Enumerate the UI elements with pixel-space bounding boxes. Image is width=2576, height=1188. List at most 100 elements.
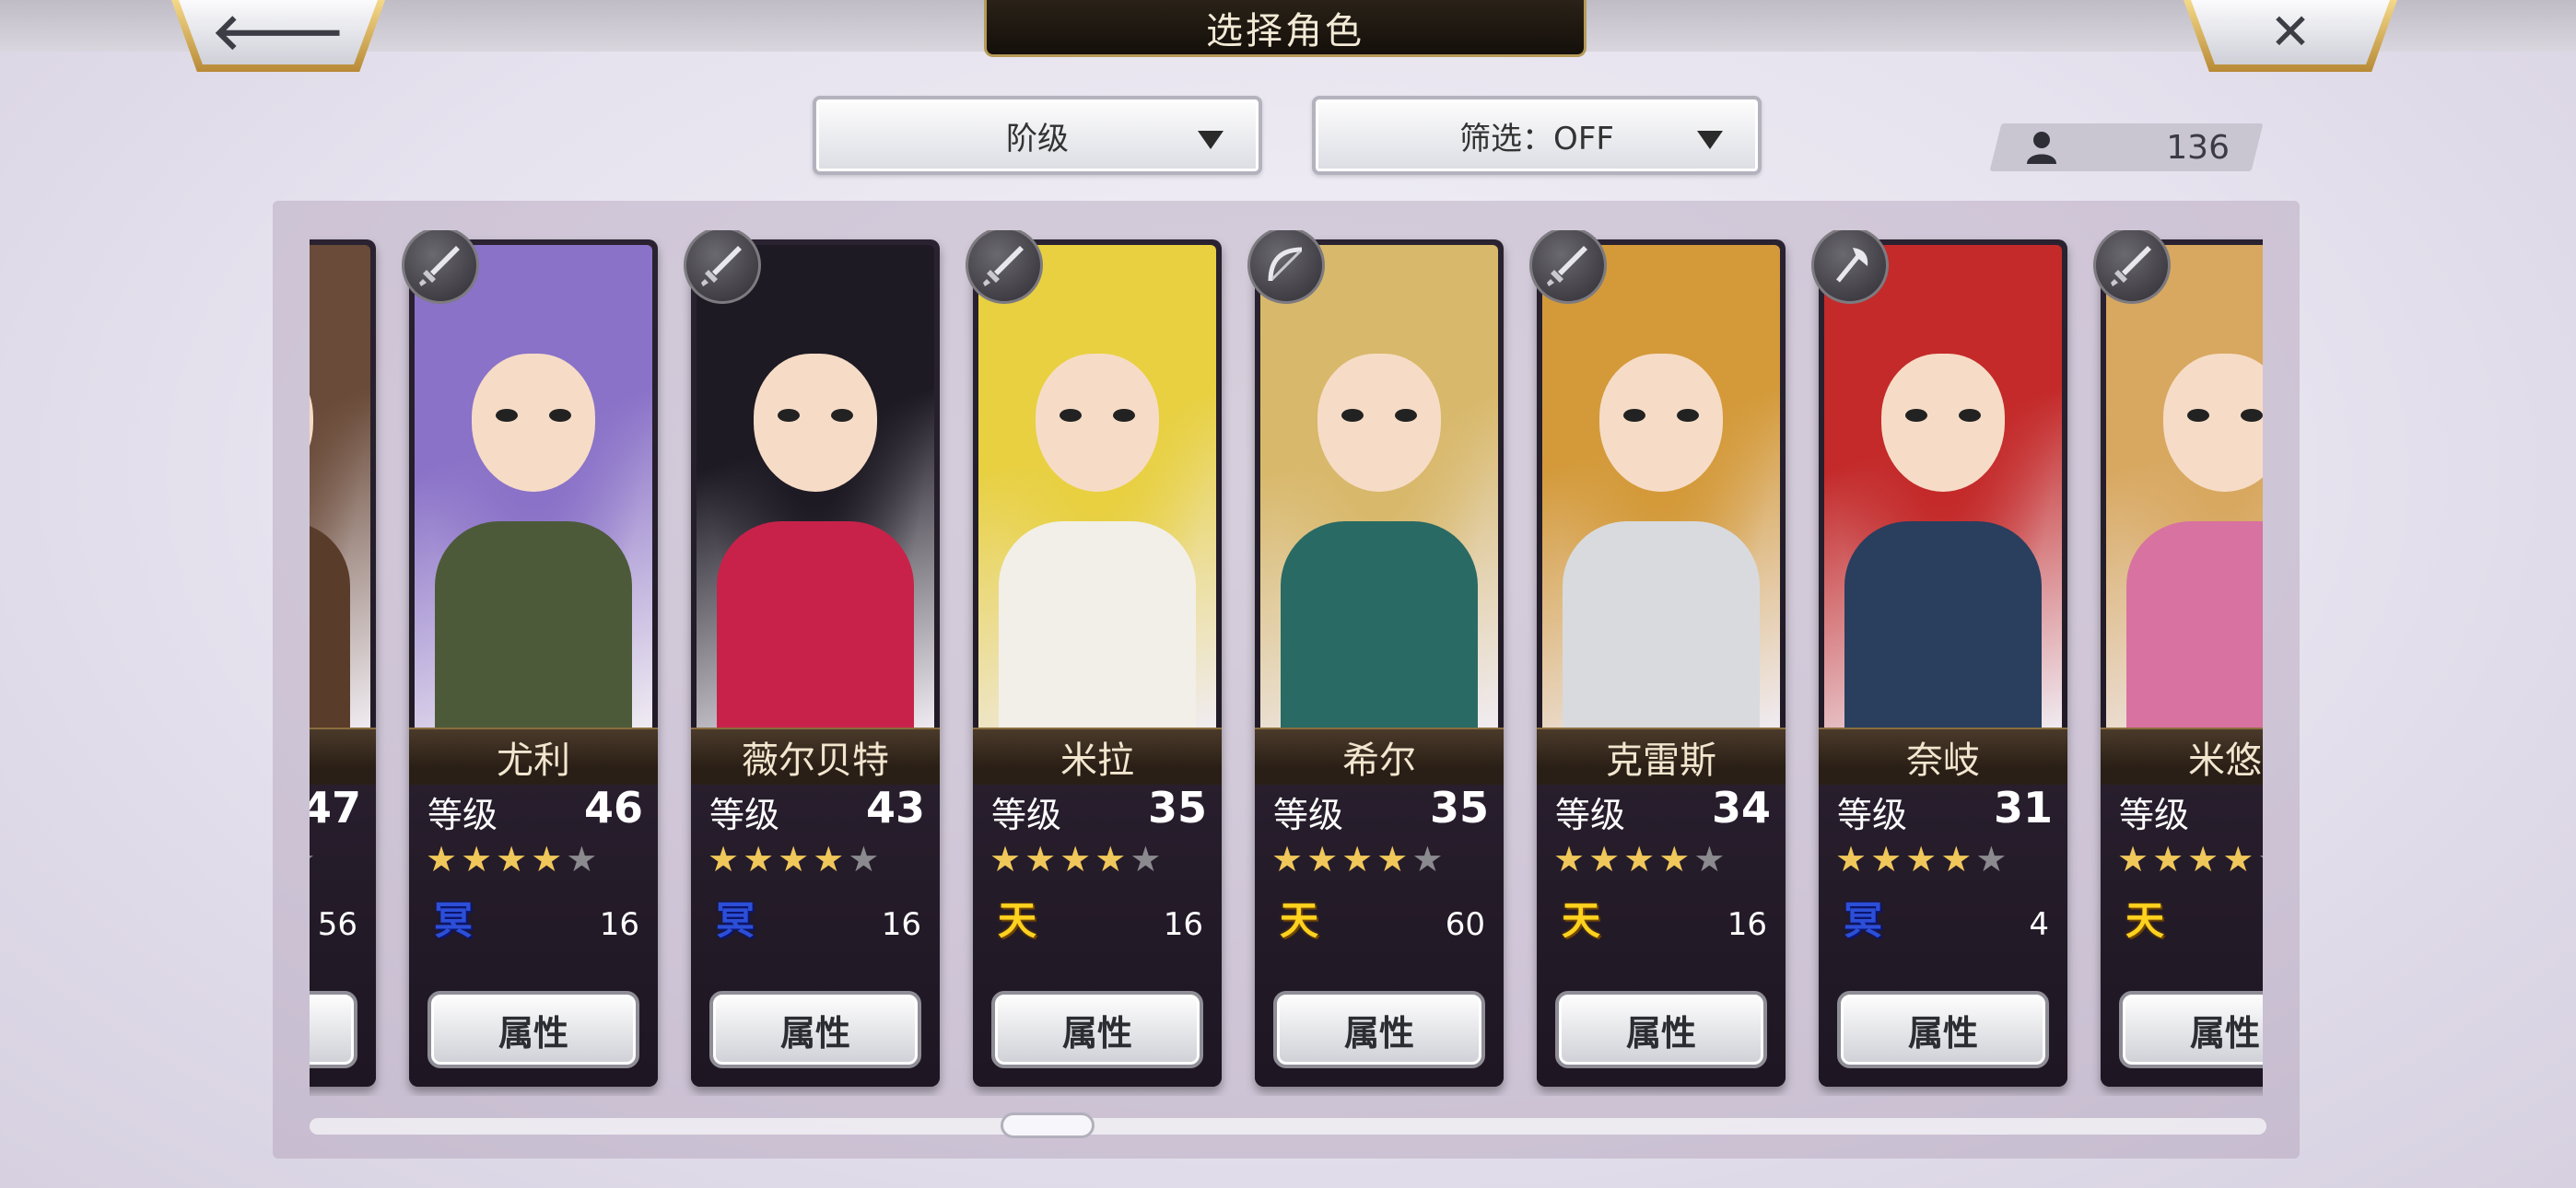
star-icon: ★: [1623, 839, 1656, 879]
attribute-button[interactable]: 属性: [991, 991, 1203, 1068]
portrait-eye: [1395, 409, 1417, 422]
level-label: 等级: [1555, 795, 1626, 835]
scrollbar-track[interactable]: [310, 1118, 2266, 1135]
star-rating: ★★★★★: [708, 842, 879, 877]
attribute-button[interactable]: 属性: [427, 991, 639, 1068]
portrait-eye: [2241, 409, 2263, 422]
attribute-button[interactable]: 属性: [1555, 991, 1767, 1068]
star-icon: ★: [1060, 839, 1092, 879]
star-icon: ★: [708, 839, 740, 879]
star-icon: ★: [1975, 839, 2008, 879]
star-rating: ★★★★★: [2117, 842, 2263, 877]
character-portrait: [978, 245, 1216, 729]
attribute-button-label: 属性: [779, 1012, 850, 1054]
portrait-face: [472, 354, 595, 492]
star-rating: ★★★★★: [1271, 842, 1443, 877]
attribute-button[interactable]: 属性: [310, 991, 357, 1068]
card-count: 16: [599, 906, 639, 943]
card-count: 16: [881, 906, 921, 943]
portrait-face: [1881, 354, 2005, 492]
level-value: 35: [1429, 783, 1489, 833]
portrait-eye: [1113, 409, 1135, 422]
character-card[interactable]: 特 等级 47 ★★★★★ 冥 56 属性: [310, 239, 376, 1087]
portrait-eye: [1905, 409, 1927, 422]
portrait-eye: [496, 409, 518, 422]
star-icon: ★: [778, 839, 810, 879]
portrait-eye: [1341, 409, 1364, 422]
character-card[interactable]: 奈岐 等级 31 ★ ★ ★ ★ ★ 冥 4 属性: [1811, 230, 2067, 1087]
character-name: 克雷斯: [1606, 740, 1716, 782]
character-card[interactable]: 米悠 等级 ★★★★★ 天 属性: [2093, 230, 2263, 1087]
level-label: 等级: [709, 795, 780, 835]
sort-dropdown[interactable]: 阶级: [813, 96, 1262, 175]
chevron-down-icon: [1198, 131, 1224, 149]
portrait-body: [717, 521, 914, 729]
star-icon: ★: [1376, 839, 1409, 879]
star-icon: ★: [1411, 839, 1444, 879]
star-icon: ★: [2152, 839, 2184, 879]
star-icon: ★: [496, 839, 528, 879]
attribute-button[interactable]: 属性: [1837, 991, 2049, 1068]
star-icon: ★: [1271, 839, 1304, 879]
portrait-face: [1317, 354, 1441, 492]
card-count: 60: [1445, 906, 1485, 943]
portrait-eye: [549, 409, 571, 422]
sword-icon: [966, 230, 1043, 304]
character-portrait: [310, 245, 370, 729]
realm-badge: 冥: [433, 898, 473, 943]
chevron-down-icon: [1697, 131, 1723, 149]
portrait-body: [2126, 521, 2263, 729]
character-portrait: [2106, 245, 2263, 729]
back-button[interactable]: 🡐: [171, 0, 385, 72]
character-nameplate: 克雷斯: [1537, 728, 1786, 785]
level-value: 47: [310, 783, 361, 833]
star-icon: ★: [1905, 839, 1938, 879]
character-card[interactable]: 尤利 等级 46 ★ ★ ★ ★ ★ 冥 16 属性: [402, 230, 658, 1087]
character-portrait: [1260, 245, 1498, 729]
portrait-eye: [1060, 409, 1082, 422]
star-icon: ★: [1835, 839, 1868, 879]
portrait-eye: [1677, 409, 1699, 422]
filter-dropdown[interactable]: 筛选：OFF: [1312, 96, 1762, 175]
filter-dropdown-label: 筛选：OFF: [1459, 120, 1614, 157]
character-name: 米拉: [1060, 740, 1134, 782]
attribute-button[interactable]: 属性: [1273, 991, 1485, 1068]
character-name: 薇尔贝特: [742, 740, 889, 782]
portrait-eye: [831, 409, 853, 422]
close-icon: ✕: [2269, 3, 2312, 61]
star-icon: ★: [1940, 839, 1973, 879]
star-icon: ★: [743, 839, 775, 879]
star-icon: ★: [1870, 839, 1903, 879]
attribute-button-label: 属性: [2189, 1012, 2260, 1054]
character-stats: 等级 ★★★★★ 天 属性: [2101, 785, 2263, 1087]
card-count: 4: [2029, 906, 2049, 943]
scrollbar-thumb[interactable]: [1001, 1112, 1095, 1138]
character-card[interactable]: 希尔 等级 35 ★ ★ ★ ★ ★ 天 60 属性: [1247, 230, 1504, 1087]
character-stats: 等级 34 ★ ★ ★ ★ ★ 天 16 属性: [1537, 783, 1786, 1087]
person-icon: [2027, 132, 2056, 164]
close-button[interactable]: ✕: [2184, 0, 2397, 72]
star-icon: ★: [1306, 839, 1339, 879]
character-portrait: [1542, 245, 1780, 729]
portrait-body: [1563, 521, 1760, 729]
character-name: 奈岐: [1906, 740, 1980, 782]
sword-icon: [1529, 230, 1607, 304]
star-icon: ★: [566, 839, 598, 879]
sword-icon: [402, 230, 479, 304]
attribute-button[interactable]: 属性: [2119, 991, 2263, 1068]
character-card[interactable]: 薇尔贝特 等级 43 ★ ★ ★ ★ ★ 冥 16 属性: [684, 230, 940, 1087]
attribute-button[interactable]: 属性: [709, 991, 921, 1068]
character-card[interactable]: 米拉 等级 35 ★ ★ ★ ★ ★ 天 16 属性: [966, 230, 1222, 1087]
character-card[interactable]: 克雷斯 等级 34 ★ ★ ★ ★ ★ 天 16 属性: [1529, 230, 1786, 1087]
character-stats: 等级 47 ★★★★★ 冥 56 属性: [310, 783, 376, 1087]
star-icon: ★: [848, 839, 880, 879]
star-icon: ★: [1658, 839, 1691, 879]
character-list[interactable]: 特 等级 47 ★★★★★ 冥 56 属性 尤利: [310, 230, 2263, 1096]
portrait-eye: [1959, 409, 1981, 422]
level-label: 等级: [1837, 795, 1908, 835]
star-rating: ★★★★★: [989, 842, 1161, 877]
star-icon: ★: [1588, 839, 1621, 879]
star-icon: ★: [2257, 842, 2263, 877]
character-nameplate: 米悠: [2101, 728, 2263, 785]
character-portrait: [697, 245, 934, 729]
